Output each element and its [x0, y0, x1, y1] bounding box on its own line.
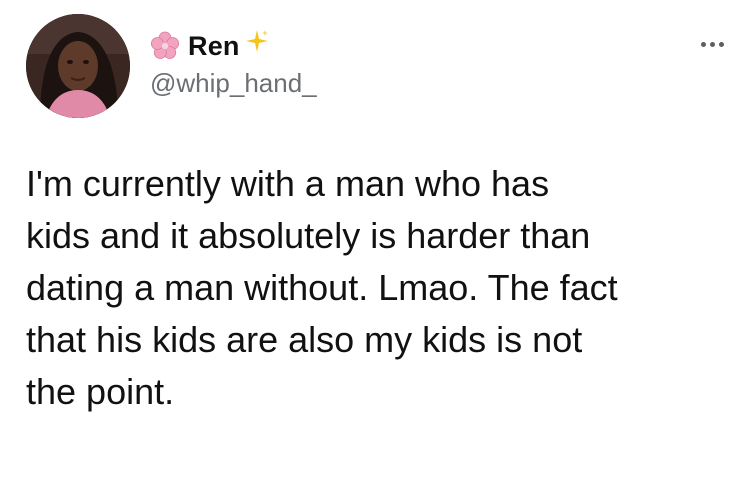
- more-options-icon: [718, 41, 724, 47]
- avatar[interactable]: [26, 14, 130, 118]
- tweet-card: Ren @whip_hand_ I'm currently with a man…: [0, 0, 750, 490]
- more-options-icon: [700, 41, 706, 47]
- more-options-button[interactable]: [692, 30, 732, 58]
- sparkle-icon: [245, 30, 268, 52]
- avatar-image: [26, 14, 130, 118]
- author-name-row[interactable]: Ren: [150, 28, 270, 64]
- author-handle[interactable]: @whip_hand_: [150, 68, 317, 99]
- more-options-icon: [709, 41, 715, 47]
- author-display-name[interactable]: Ren: [188, 31, 240, 62]
- cherry-blossom-icon: [151, 31, 180, 59]
- tweet-text: I'm currently with a man who has kids an…: [26, 163, 618, 412]
